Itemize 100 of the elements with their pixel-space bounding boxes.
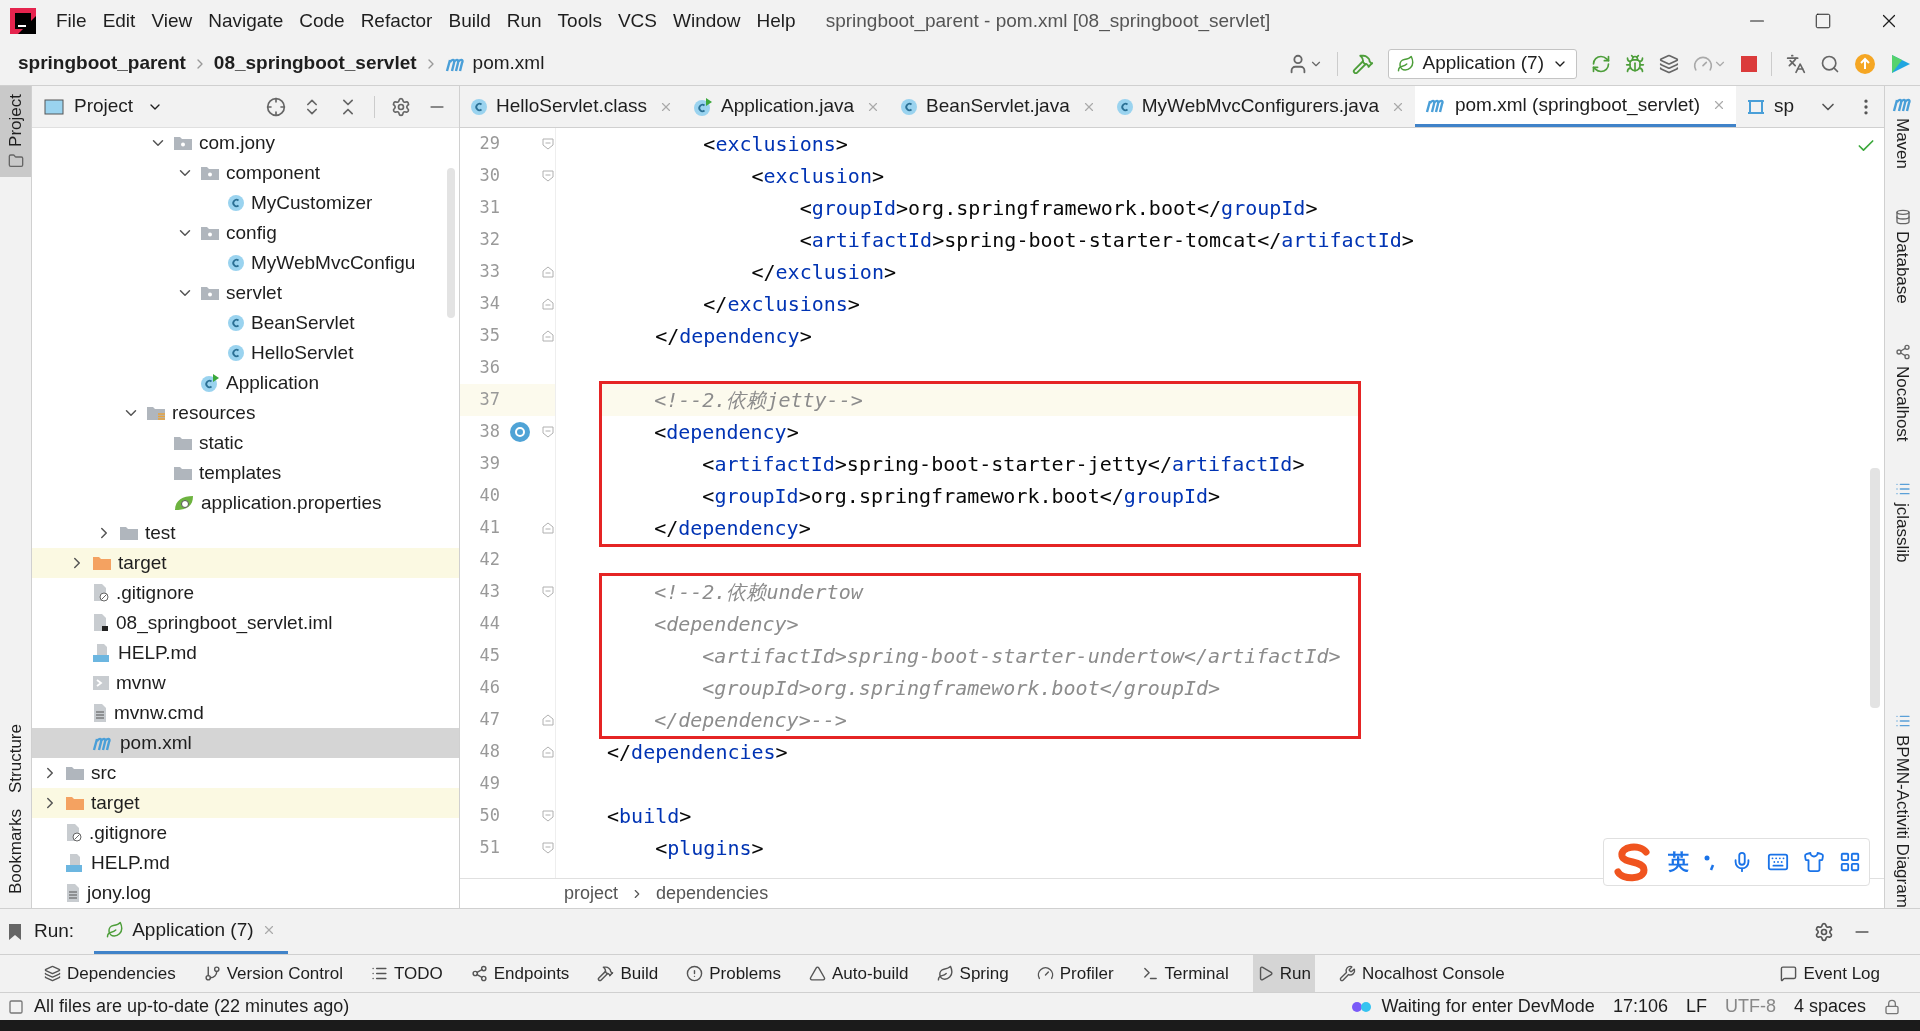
cursor-position[interactable]: 17:106: [1612, 993, 1668, 1020]
lock-icon[interactable]: [1884, 998, 1900, 1015]
fold-marker-icon[interactable]: [541, 586, 554, 598]
fold-end-marker-icon[interactable]: [541, 522, 554, 534]
breadcrumb[interactable]: springboot_parent: [18, 49, 186, 78]
menu-item[interactable]: VCS: [609, 6, 665, 36]
menu-item[interactable]: Code: [291, 6, 353, 36]
tree-item[interactable]: target: [32, 548, 459, 578]
fold-marker-icon[interactable]: [541, 810, 554, 822]
tool-window-button[interactable]: Endpoints: [466, 955, 574, 992]
tool-window-button[interactable]: Auto-build: [805, 955, 913, 992]
search-icon[interactable]: [1820, 53, 1840, 74]
keyboard-icon[interactable]: [1767, 851, 1789, 873]
event-log-button[interactable]: Event Log: [1780, 960, 1880, 987]
menu-item[interactable]: Help: [748, 6, 804, 36]
run-tab[interactable]: Application (7): [94, 909, 288, 954]
menu-item[interactable]: Build: [440, 6, 499, 36]
tree-item[interactable]: servlet: [32, 278, 459, 308]
menu-item[interactable]: Window: [665, 6, 749, 36]
tree-item[interactable]: .gitignore: [32, 578, 459, 608]
shirt-icon[interactable]: [1803, 851, 1825, 873]
stop-icon[interactable]: [1741, 55, 1757, 72]
translate-icon[interactable]: [1786, 53, 1806, 74]
tree-item[interactable]: MyCustomizer: [32, 188, 459, 218]
punctuation-icon[interactable]: [1703, 853, 1717, 871]
editor-tab[interactable]: Application.java: [683, 86, 891, 127]
fold-end-marker-icon[interactable]: [541, 298, 554, 310]
vertical-scrollbar[interactable]: [1870, 468, 1880, 708]
tool-window-button[interactable]: Spring: [932, 955, 1013, 992]
tool-window-tab[interactable]: jclasslib: [1889, 481, 1916, 563]
tool-window-button[interactable]: Dependencies: [40, 955, 180, 992]
settings-icon[interactable]: [1814, 921, 1834, 942]
tool-window-button[interactable]: Version Control: [199, 955, 347, 992]
tool-window-tab[interactable]: Bookmarks: [0, 800, 31, 902]
tree-item[interactable]: Application: [32, 368, 459, 398]
editor-tab[interactable]: MyWebMvcConfigurers.java: [1105, 86, 1415, 127]
tree-item[interactable]: HELP.md: [32, 848, 459, 878]
breadcrumb[interactable]: 08_springboot_servlet: [213, 49, 417, 78]
fold-end-marker-icon[interactable]: [541, 746, 554, 758]
restore-icon[interactable]: [1814, 12, 1832, 30]
tree-item[interactable]: MyWebMvcConfigu: [32, 248, 459, 278]
tree-item[interactable]: mvnw.cmd: [32, 698, 459, 728]
run-configuration-dropdown[interactable]: Application (7): [1387, 48, 1577, 79]
tool-window-tab[interactable]: Project: [0, 86, 31, 177]
fold-marker-icon[interactable]: [541, 170, 554, 182]
tree-item[interactable]: .gitignore: [32, 818, 459, 848]
crosshair-icon[interactable]: [266, 96, 286, 117]
tree-item[interactable]: BeanServlet: [32, 308, 459, 338]
tree-item[interactable]: config: [32, 218, 459, 248]
settings-icon[interactable]: [391, 96, 411, 117]
tree-item[interactable]: mvnw: [32, 668, 459, 698]
menu-item[interactable]: Tools: [549, 6, 610, 36]
tree-item[interactable]: HELP.md: [32, 638, 459, 668]
editor-tab[interactable]: BeanServlet.java: [890, 86, 1106, 127]
editor-tab[interactable]: sp: [1735, 86, 1805, 127]
menu-item[interactable]: Edit: [94, 6, 144, 36]
tree-item[interactable]: com.jony: [32, 128, 459, 158]
tree-item[interactable]: resources: [32, 398, 459, 428]
rerun-icon[interactable]: [1591, 53, 1611, 74]
tool-window-tab[interactable]: BPMN-Activiti Diagram: [1889, 712, 1916, 908]
tree-item[interactable]: templates: [32, 458, 459, 488]
bug-icon[interactable]: [1625, 53, 1645, 74]
devmode-status[interactable]: Waiting for enter DevMode: [1351, 993, 1595, 1020]
tool-window-button[interactable]: Terminal: [1137, 955, 1233, 992]
tool-window-button[interactable]: Nocalhost Console: [1335, 955, 1509, 992]
tree-item[interactable]: pom.xml: [32, 728, 459, 758]
ime-mode-toggle[interactable]: 英: [1668, 846, 1689, 878]
grid-icon[interactable]: [1839, 851, 1861, 873]
menu-item[interactable]: Navigate: [200, 6, 292, 36]
fold-marker-icon[interactable]: [541, 138, 554, 150]
editor-tab[interactable]: HelloServlet.class: [460, 86, 683, 127]
tree-item[interactable]: static: [32, 428, 459, 458]
tool-window-button[interactable]: Profiler: [1032, 955, 1118, 992]
fold-end-marker-icon[interactable]: [541, 714, 554, 726]
tree-item[interactable]: HelloServlet: [32, 338, 459, 368]
menu-item[interactable]: File: [48, 6, 95, 36]
tree-item[interactable]: target: [32, 788, 459, 818]
fold-end-marker-icon[interactable]: [541, 266, 554, 278]
menu-item[interactable]: Run: [498, 6, 550, 36]
tree-item[interactable]: jony.log: [32, 878, 459, 908]
tool-window-button[interactable]: Build: [593, 955, 663, 992]
override-gear-icon[interactable]: [509, 421, 531, 443]
indent-setting[interactable]: 4 spaces: [1793, 993, 1866, 1020]
tool-window-tab[interactable]: Maven: [1889, 96, 1916, 170]
fold-marker-icon[interactable]: [541, 426, 554, 438]
menu-item[interactable]: View: [143, 6, 201, 36]
line-ending[interactable]: LF: [1685, 993, 1707, 1020]
tool-window-tab[interactable]: Structure: [0, 716, 31, 801]
hammer-icon[interactable]: [1351, 52, 1374, 75]
tool-window-button[interactable]: TODO: [366, 955, 447, 992]
update-icon[interactable]: [1854, 52, 1876, 75]
scrollbar[interactable]: [447, 168, 455, 318]
tree-item[interactable]: src: [32, 758, 459, 788]
tool-window-tab[interactable]: Nocalhost: [1889, 343, 1916, 442]
tree-item[interactable]: 08_springboot_servlet.iml: [32, 608, 459, 638]
breadcrumb[interactable]: pom.xml: [472, 49, 545, 78]
menu-item[interactable]: Refactor: [352, 6, 441, 36]
editor-tab[interactable]: pom.xml (springboot_servlet): [1415, 86, 1736, 127]
tree-item[interactable]: test: [32, 518, 459, 548]
tool-window-button[interactable]: Run: [1252, 955, 1315, 992]
